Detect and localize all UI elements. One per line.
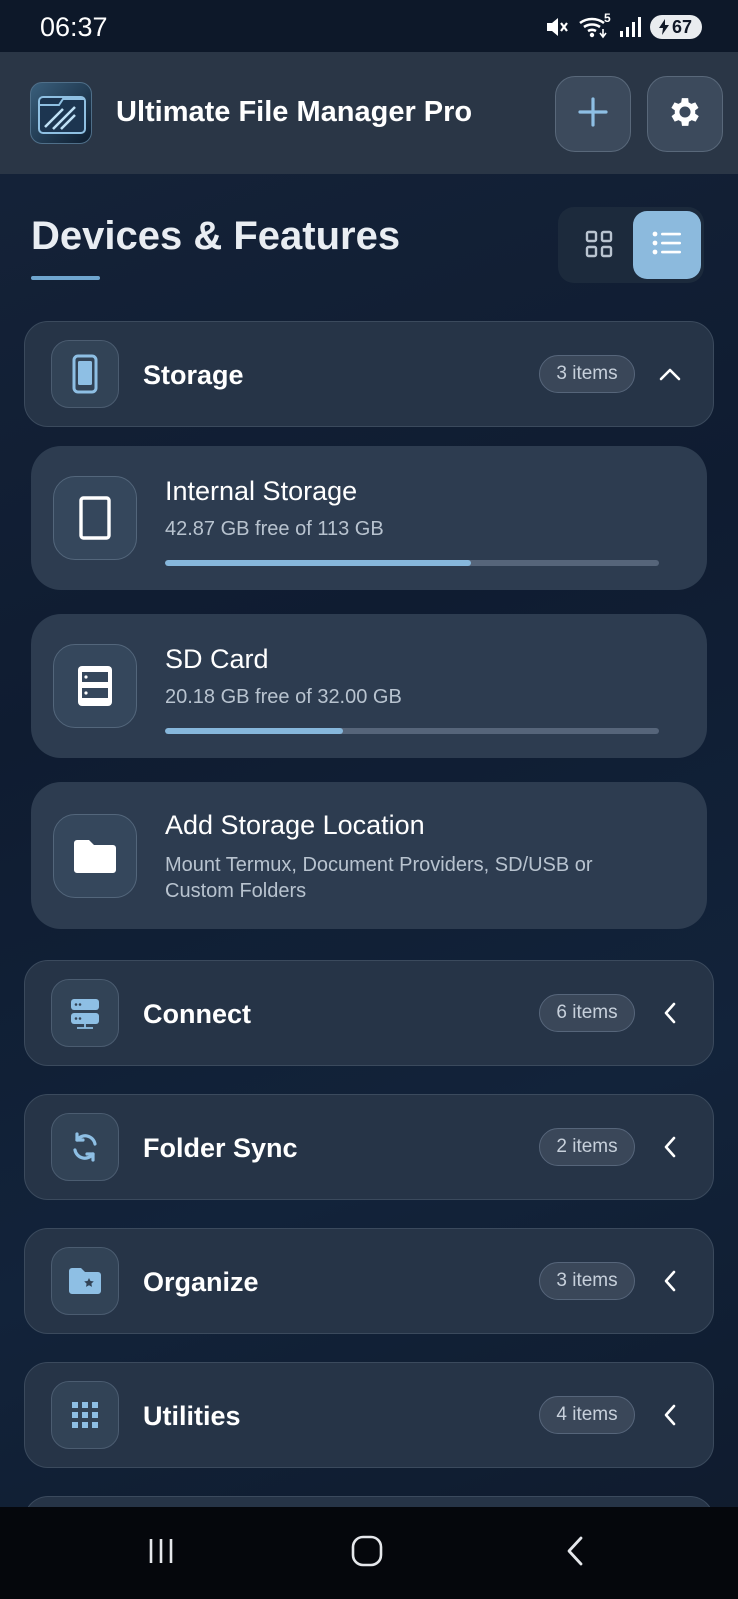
status-bar: 06:37 5 67 <box>0 0 738 52</box>
grid-view-button[interactable] <box>568 215 630 277</box>
chevron-left-icon[interactable] <box>657 1402 683 1428</box>
signal-icon <box>618 16 642 38</box>
settings-button[interactable] <box>647 76 723 152</box>
status-time: 06:37 <box>40 12 108 42</box>
item-count-badge: 3 items <box>539 1262 635 1300</box>
item-count-badge: 2 items <box>539 1128 635 1166</box>
storage-usage-bar <box>165 728 659 734</box>
home-button[interactable] <box>343 1531 391 1575</box>
storage-subtitle: Mount Termux, Document Providers, SD/USB… <box>165 854 593 902</box>
storage-usage-fill <box>165 560 472 566</box>
sd-card-icon <box>53 644 137 728</box>
storage-subtitle: 20.18 GB free of 32.00 GB <box>165 686 402 708</box>
battery-level: 67 <box>671 16 692 37</box>
category-folder-sync[interactable]: Folder Sync 2 items <box>24 1094 714 1200</box>
storage-usage-fill <box>165 728 343 734</box>
list-icon <box>652 230 682 261</box>
storage-subtitle: 42.87 GB free of 113 GB <box>165 518 384 540</box>
server-icon <box>51 979 119 1047</box>
phone-icon <box>51 340 119 408</box>
category-storage[interactable]: Storage 3 items <box>24 321 714 427</box>
storage-title: SD Card <box>165 644 269 674</box>
storage-title: Add Storage Location <box>165 810 425 840</box>
chevron-up-icon[interactable] <box>657 361 683 387</box>
sync-icon <box>51 1113 119 1181</box>
charging-icon <box>658 19 670 35</box>
add-button[interactable] <box>555 76 631 152</box>
category-label: Storage <box>143 360 244 390</box>
recent-apps-button[interactable] <box>137 1531 185 1575</box>
chevron-left-icon[interactable] <box>657 1000 683 1026</box>
category-utilities[interactable]: Utilities 4 items <box>24 1362 714 1468</box>
storage-item-internal[interactable]: Internal Storage 42.87 GB free of 113 GB <box>31 446 707 590</box>
title-underline <box>31 276 100 280</box>
category-label: Folder Sync <box>143 1133 298 1163</box>
view-toggle <box>558 207 704 283</box>
app-title: Ultimate File Manager Pro <box>116 96 473 128</box>
grid-icon <box>584 229 614 264</box>
app-logo <box>30 82 92 144</box>
tablet-icon <box>53 476 137 560</box>
storage-item-sd-card[interactable]: SD Card 20.18 GB free of 32.00 GB <box>31 614 707 758</box>
folder-icon <box>53 814 137 898</box>
mute-icon <box>544 15 570 39</box>
add-storage-location[interactable]: Add Storage Location Mount Termux, Docum… <box>31 782 707 929</box>
app-header: Ultimate File Manager Pro <box>0 52 738 174</box>
status-icons: 5 67 <box>544 11 702 40</box>
category-organize[interactable]: Organize 3 items <box>24 1228 714 1334</box>
back-icon <box>565 1535 585 1572</box>
category-connect[interactable]: Connect 6 items <box>24 960 714 1066</box>
wifi-icon: 5 <box>578 11 611 39</box>
recents-icon <box>146 1537 176 1570</box>
wifi-label: 5 <box>603 11 611 25</box>
plus-icon <box>577 96 609 133</box>
star-folder-icon <box>51 1247 119 1315</box>
storage-title: Internal Storage <box>165 476 358 506</box>
grid-apps-icon <box>51 1381 119 1449</box>
list-view-button[interactable] <box>633 211 701 279</box>
item-count-badge: 6 items <box>539 994 635 1032</box>
battery-indicator: 67 <box>649 15 702 39</box>
page-title: Devices & Features <box>31 214 401 258</box>
storage-usage-bar <box>165 560 659 566</box>
category-label: Utilities <box>143 1401 241 1431</box>
category-label: Connect <box>143 999 251 1029</box>
chevron-left-icon[interactable] <box>657 1268 683 1294</box>
gear-icon <box>666 93 704 136</box>
category-label: Organize <box>143 1267 259 1297</box>
back-button[interactable] <box>551 1531 599 1575</box>
item-count-badge: 4 items <box>539 1396 635 1434</box>
system-nav-bar <box>0 1507 738 1599</box>
item-count-badge: 3 items <box>539 355 635 393</box>
home-icon <box>350 1534 384 1573</box>
chevron-left-icon[interactable] <box>657 1134 683 1160</box>
